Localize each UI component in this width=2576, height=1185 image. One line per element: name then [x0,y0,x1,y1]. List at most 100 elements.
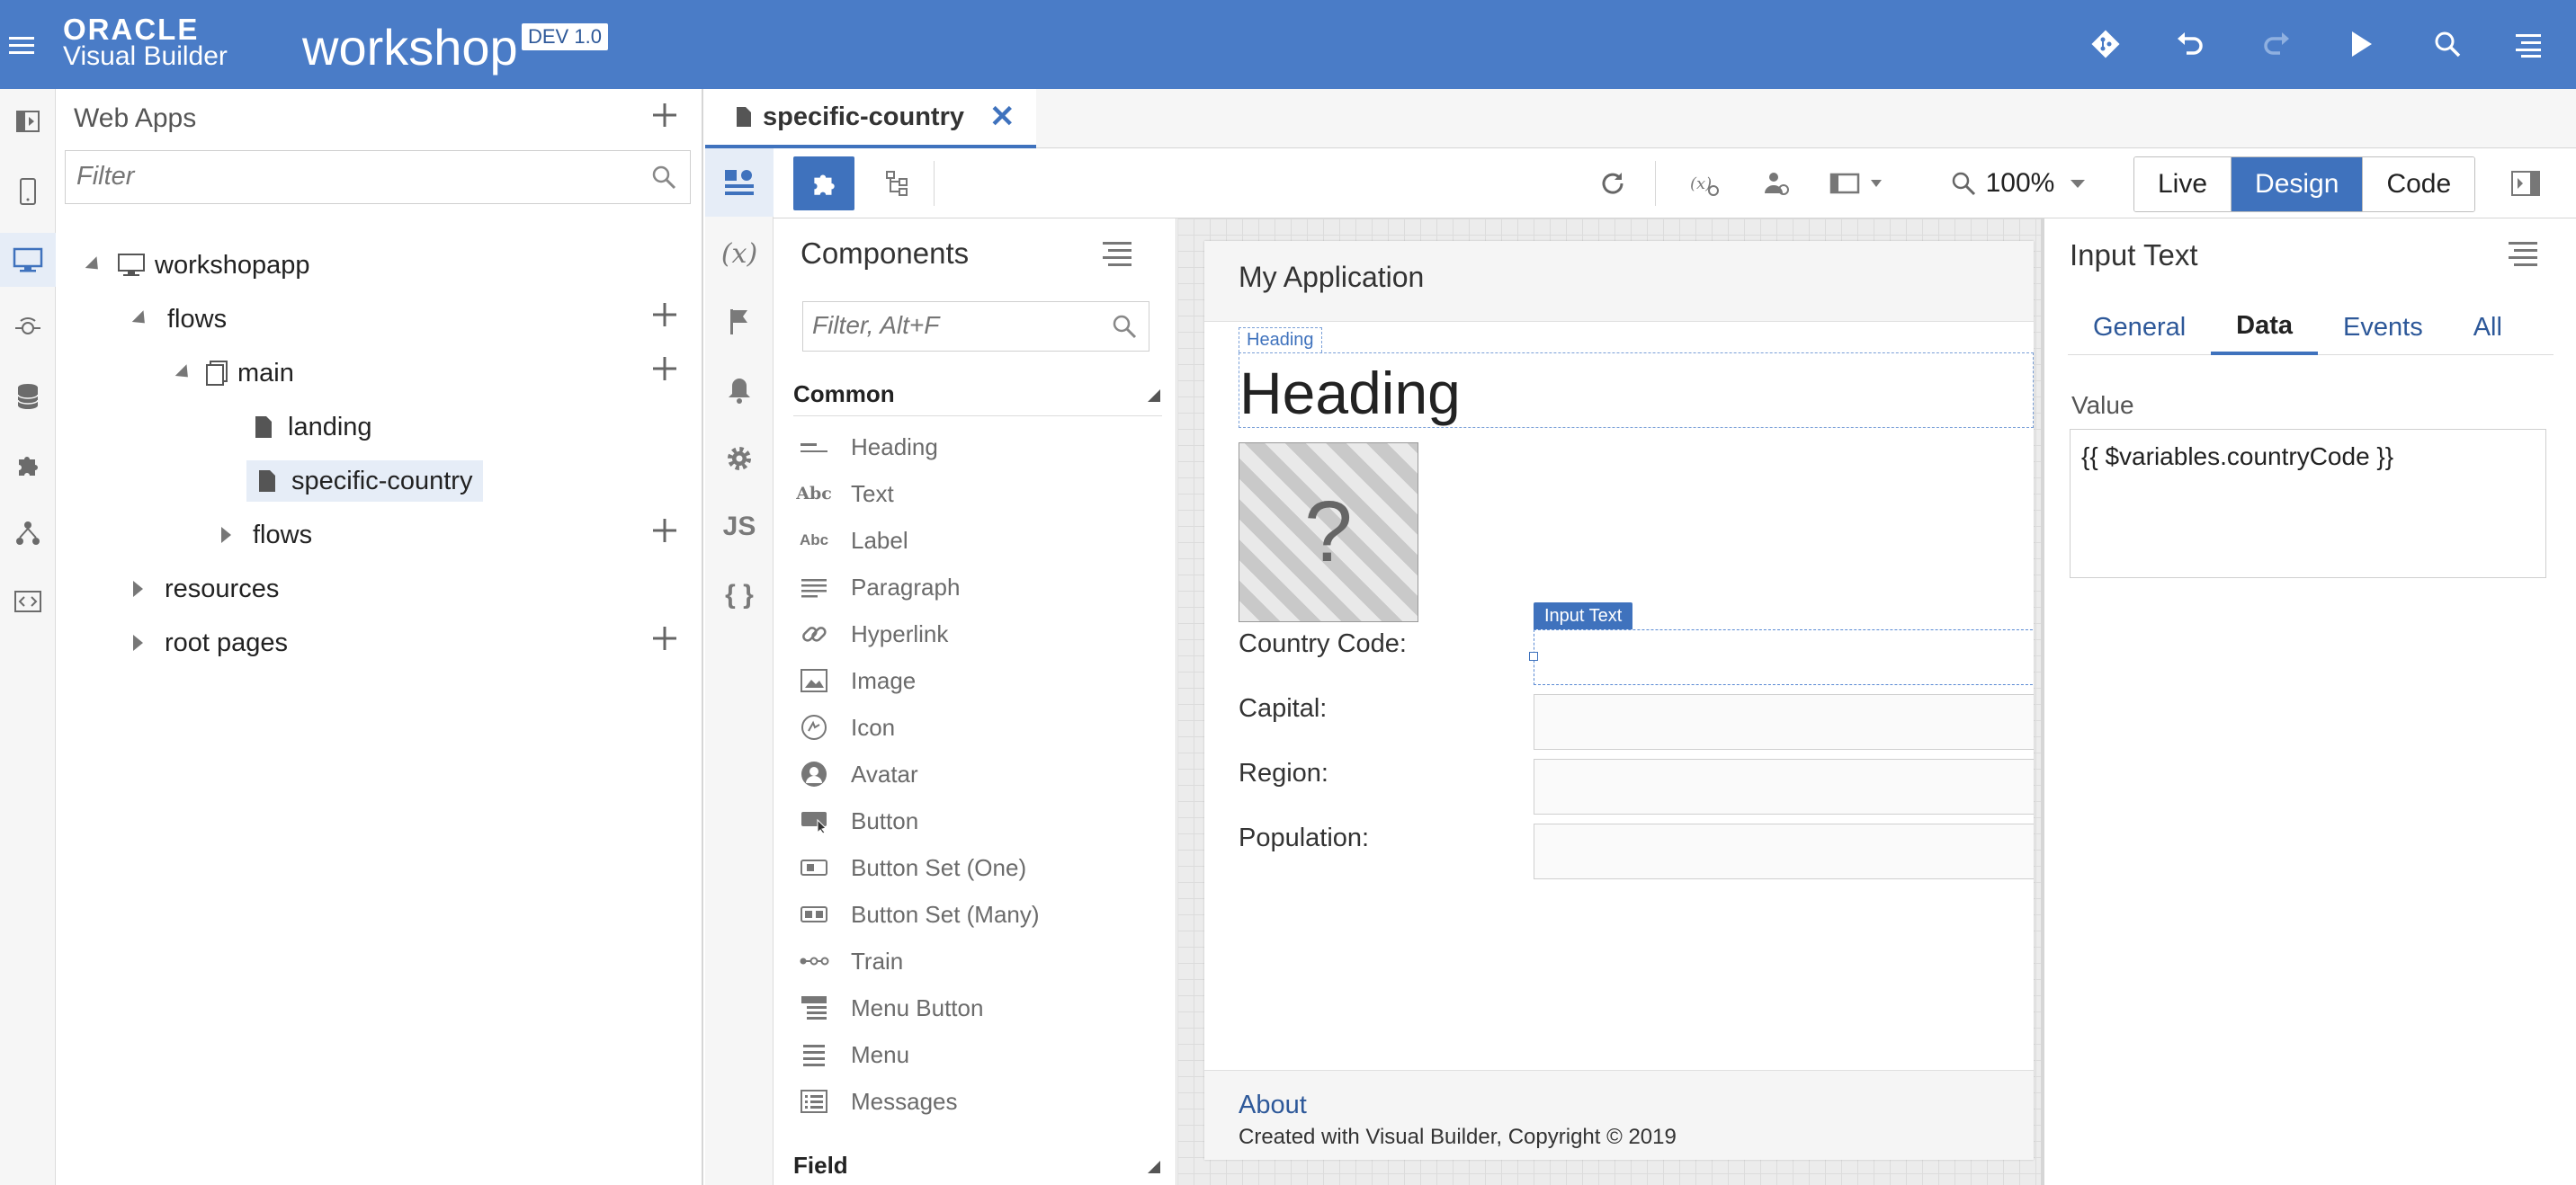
component-paragraph[interactable]: Paragraph [799,564,960,610]
expand-icon[interactable] [221,527,231,543]
component-train[interactable]: Train [799,938,903,985]
tree-node-flows[interactable]: flows [131,296,227,343]
component-text[interactable]: Abc Text [796,470,893,517]
components-filter-field[interactable] [802,301,1149,352]
mobile-apps-icon[interactable] [0,165,56,218]
capital-input[interactable] [1534,694,2034,750]
components-filter-input[interactable] [803,302,1091,349]
search-icon[interactable] [1111,313,1138,340]
tree-node-specific-country[interactable]: specific-country [246,458,484,504]
json-icon[interactable]: { } [705,564,774,627]
add-web-app-icon[interactable] [651,102,678,129]
device-size-dropdown[interactable] [1822,156,1894,210]
notifications-icon[interactable] [705,359,774,422]
tree-node-root-pages[interactable]: root pages [133,619,288,666]
code-mode-button[interactable]: Code [2363,157,2475,211]
image-placeholder[interactable]: ? [1239,442,1418,622]
selected-tree-item[interactable]: specific-country [246,460,484,502]
processes-icon[interactable] [0,506,56,560]
component-label[interactable]: Abc Label [799,517,908,564]
javascript-icon[interactable]: JS [705,495,774,558]
palette-menu-icon[interactable] [1101,238,1133,267]
component-button-set-one[interactable]: Button Set (One) [799,844,1026,891]
inspector-menu-icon[interactable] [2507,238,2539,267]
business-objects-icon[interactable] [0,370,56,423]
live-mode-button[interactable]: Live [2134,157,2232,211]
component-heading[interactable]: Heading [799,423,938,470]
variables-icon[interactable]: (x) [705,222,774,285]
variables-toolbar-icon[interactable]: (x) [1682,156,1727,210]
tab-data[interactable]: Data [2211,299,2319,355]
expand-icon[interactable] [133,581,143,597]
events-flag-icon[interactable] [705,290,774,353]
collapse-icon[interactable] [174,363,194,383]
zoom-dropdown[interactable]: 100% [1937,156,2099,210]
component-button-set-many[interactable]: Button Set (Many) [799,891,1040,938]
input-text-selection-tag: Input Text [1534,602,1633,629]
component-menu[interactable]: Menu [799,1031,909,1078]
hamburger-menu-icon[interactable] [7,31,36,59]
expand-icon[interactable] [133,635,143,651]
component-icon[interactable]: Icon [799,704,895,751]
search-icon[interactable] [2428,25,2466,63]
tree-node-main[interactable]: main [174,350,294,396]
tree-node-landing[interactable]: landing [254,404,372,450]
add-root-page-icon[interactable] [651,625,678,652]
population-input[interactable] [1534,824,2034,879]
tab-events[interactable]: Events [2318,299,2448,355]
component-image[interactable]: Image [799,657,916,704]
redo-icon[interactable] [2258,25,2295,63]
tree-node-workshopapp[interactable]: workshopapp [85,242,310,289]
resize-handle[interactable] [1529,652,1538,661]
design-mode-button[interactable]: Design [2232,157,2364,211]
run-icon[interactable] [2342,25,2380,63]
tree-node-nested-flows[interactable]: flows [221,512,312,558]
section-field[interactable]: Field [793,1152,1162,1185]
collapse-icon[interactable] [131,309,151,329]
add-nested-flow-icon[interactable] [651,517,678,544]
apps-filter-input[interactable] [66,151,605,201]
settings-gear-icon[interactable] [705,427,774,490]
menu-icon[interactable] [2509,25,2547,63]
toggle-properties-panel-icon[interactable] [2499,156,2553,210]
service-connections-icon[interactable] [0,301,56,355]
undo-icon[interactable] [2171,25,2209,63]
git-icon[interactable] [2087,25,2124,63]
user-roles-icon[interactable] [1754,156,1799,210]
tree-node-resources[interactable]: resources [133,566,279,612]
tab-specific-country[interactable]: specific-country ✕ [705,89,1036,148]
component-button[interactable]: Button [799,797,918,844]
app-header[interactable]: My Application [1204,241,2034,322]
property-inspector: Input Text General Data Events All Value… [2041,218,2576,1185]
search-icon[interactable] [650,164,677,191]
structure-view-button[interactable] [871,156,925,210]
about-link[interactable]: About [1239,1091,1307,1120]
component-messages[interactable]: Messages [799,1078,958,1125]
close-tab-icon[interactable]: ✕ [989,99,1015,135]
apps-filter-field[interactable] [65,150,691,204]
add-page-icon[interactable] [651,355,678,382]
structure-icon [886,171,908,196]
collapse-icon[interactable] [85,255,104,275]
country-code-input[interactable] [1529,629,2034,685]
page-designer-icon[interactable] [705,148,774,217]
collapse-section-icon[interactable] [1146,1159,1162,1175]
value-expression-field[interactable]: {{ $variables.countryCode }} [2070,429,2546,578]
component-avatar[interactable]: Avatar [799,751,918,797]
section-common[interactable]: Common [793,380,1162,416]
components-icon[interactable] [0,438,56,492]
components-palette-button[interactable] [793,156,854,210]
refresh-icon[interactable] [1590,156,1635,210]
add-flow-icon[interactable] [651,301,678,328]
tab-all[interactable]: All [2448,299,2527,355]
heading-component[interactable]: Heading [1239,352,2034,428]
component-hyperlink[interactable]: Hyperlink [799,610,948,657]
navigator-icon[interactable] [0,94,56,148]
tab-general[interactable]: General [2068,299,2211,355]
component-menu-button[interactable]: Menu Button [799,985,983,1031]
source-icon[interactable] [0,575,56,628]
web-apps-icon[interactable] [0,233,56,287]
collapse-section-icon[interactable] [1146,388,1162,404]
region-input[interactable] [1534,759,2034,815]
puzzle-icon [814,174,835,195]
